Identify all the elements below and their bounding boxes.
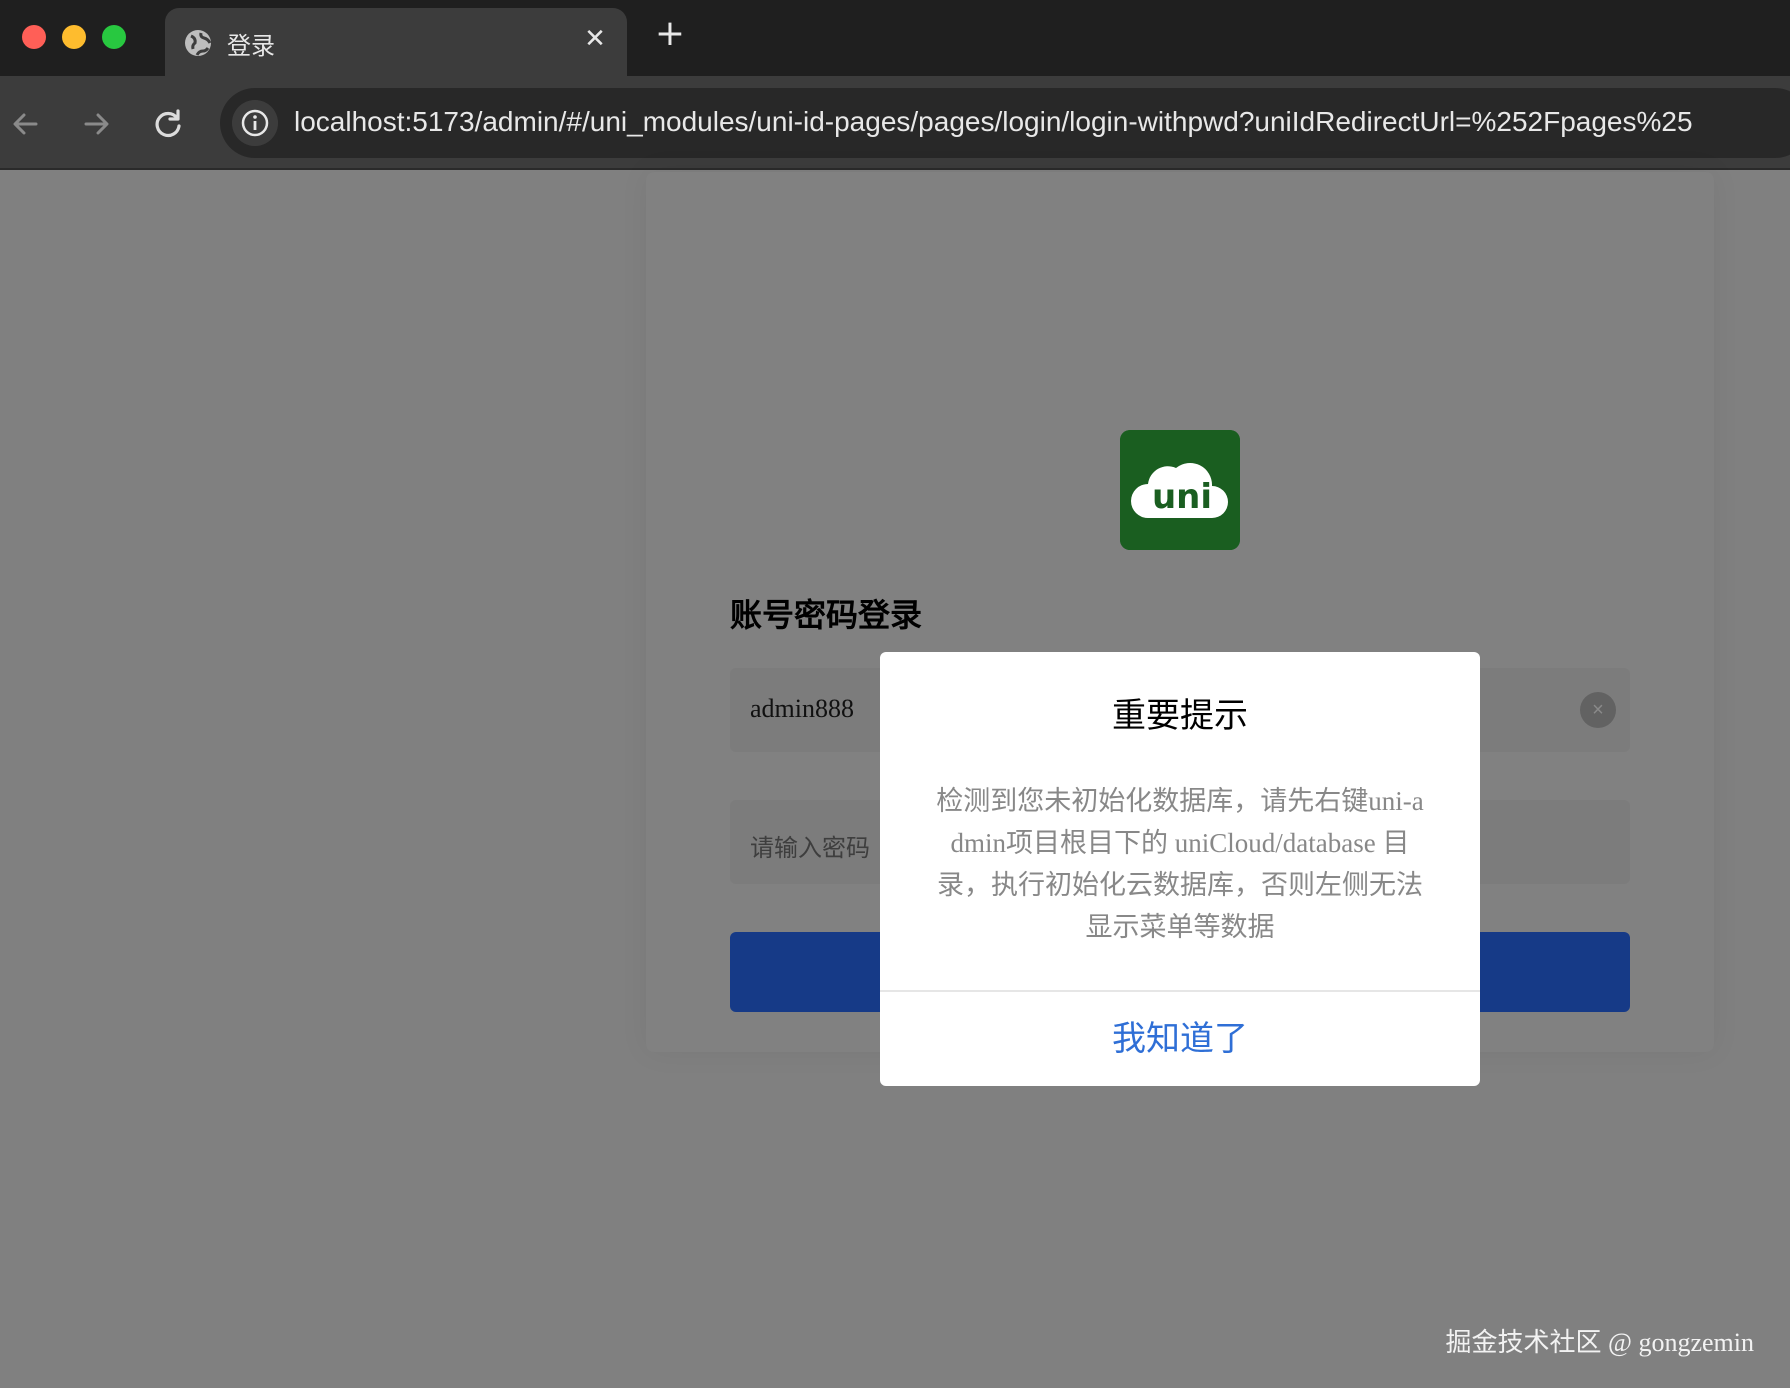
back-arrow-icon[interactable] bbox=[6, 104, 46, 144]
site-info-icon[interactable] bbox=[232, 100, 278, 146]
watermark: 掘金技术社区 @ gongzemin bbox=[1445, 1328, 1754, 1357]
unicloud-logo: uni bbox=[1120, 430, 1240, 550]
tab-close-icon[interactable]: ✕ bbox=[581, 24, 609, 52]
clear-input-icon[interactable]: × bbox=[1580, 692, 1616, 728]
browser-titlebar: 登录 ✕ + bbox=[0, 0, 1790, 76]
window-minimize-button[interactable] bbox=[62, 25, 86, 49]
logo-text: uni bbox=[1152, 477, 1212, 517]
reload-icon[interactable] bbox=[148, 104, 188, 144]
tab-title: 登录 bbox=[227, 32, 275, 60]
browser-tab[interactable]: 登录 ✕ bbox=[165, 8, 627, 76]
globe-icon bbox=[185, 30, 212, 56]
modal-title: 重要提示 bbox=[1112, 696, 1248, 736]
password-placeholder: 请输入密码 bbox=[750, 834, 870, 862]
url-text: localhost:5173/admin/#/uni_modules/uni-i… bbox=[294, 106, 1693, 137]
browser-toolbar: localhost:5173/admin/#/uni_modules/uni-i… bbox=[0, 76, 1790, 170]
modal-message: 检测到您未初始化数据库，请先右键uni-admin项目根目下的 uniCloud… bbox=[936, 786, 1424, 942]
alert-modal: 重要提示 检测到您未初始化数据库，请先右键uni-admin项目根目下的 uni… bbox=[880, 652, 1480, 1086]
username-value: admin888 bbox=[750, 694, 854, 723]
window-zoom-button[interactable] bbox=[102, 25, 126, 49]
forward-arrow-icon[interactable] bbox=[76, 104, 116, 144]
window-close-button[interactable] bbox=[22, 25, 46, 49]
login-title: 账号密码登录 bbox=[730, 596, 923, 634]
address-bar[interactable]: localhost:5173/admin/#/uni_modules/uni-i… bbox=[220, 88, 1790, 158]
new-tab-button[interactable]: + bbox=[652, 16, 688, 52]
modal-confirm-button[interactable]: 我知道了 bbox=[880, 992, 1480, 1086]
